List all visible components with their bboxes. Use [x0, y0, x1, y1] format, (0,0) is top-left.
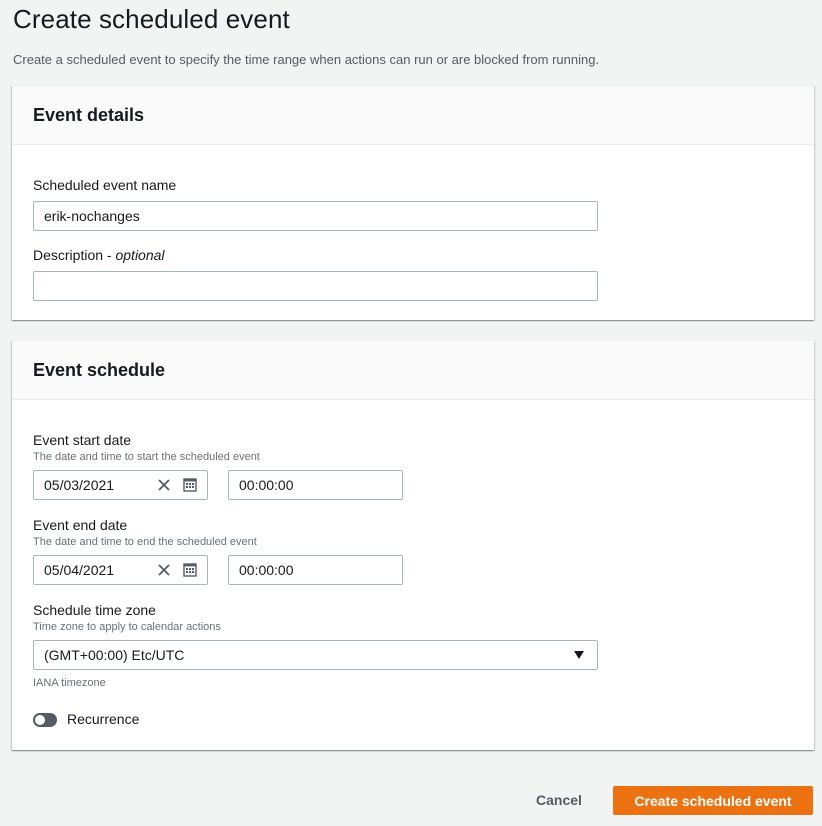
event-end-time-input[interactable]: 00:00:00: [228, 555, 403, 585]
event-end-date-value: 05/04/2021: [44, 562, 115, 578]
event-end-time-value: 00:00:00: [239, 562, 294, 578]
scheduled-event-name-input[interactable]: erik-nochanges: [33, 201, 598, 231]
clear-end-date-icon[interactable]: [153, 559, 175, 581]
end-calendar-icon[interactable]: [179, 559, 201, 581]
event-start-date-label: Event start date: [33, 432, 132, 448]
schedule-time-zone-select[interactable]: (GMT+00:00) Etc/UTC: [33, 640, 598, 670]
recurrence-label: Recurrence: [67, 711, 140, 727]
event-schedule-panel: Event schedule Event start date The date…: [12, 340, 814, 750]
event-schedule-title: Event schedule: [33, 359, 166, 380]
scheduled-event-name-value: erik-nochanges: [44, 208, 140, 224]
recurrence-toggle[interactable]: [33, 713, 57, 727]
scheduled-event-name-label: Scheduled event name: [33, 177, 177, 193]
event-end-date-hint: The date and time to end the scheduled e…: [33, 536, 257, 548]
cancel-button[interactable]: Cancel: [524, 786, 594, 814]
description-optional-text: optional: [115, 247, 165, 263]
schedule-time-zone-label: Schedule time zone: [33, 602, 156, 618]
event-start-time-input[interactable]: 00:00:00: [228, 470, 403, 500]
event-details-panel: Event details Scheduled event name erik-…: [12, 85, 814, 320]
caret-down-icon: [573, 647, 585, 663]
schedule-time-zone-hint: Time zone to apply to calendar actions: [33, 621, 221, 633]
iana-timezone-note: IANA timezone: [33, 677, 106, 689]
event-details-header: Event details: [12, 86, 814, 145]
event-schedule-header: Event schedule: [12, 341, 814, 400]
description-input[interactable]: [33, 271, 598, 301]
event-details-title: Event details: [33, 104, 145, 125]
event-end-date-label: Event end date: [33, 517, 128, 533]
event-start-time-value: 00:00:00: [239, 477, 294, 493]
page-title: Create scheduled event: [13, 4, 290, 34]
event-end-date-input[interactable]: 05/04/2021: [33, 555, 208, 585]
event-start-date-value: 05/03/2021: [44, 477, 115, 493]
schedule-time-zone-value: (GMT+00:00) Etc/UTC: [44, 647, 185, 663]
event-start-date-hint: The date and time to start the scheduled…: [33, 451, 260, 463]
create-scheduled-event-button[interactable]: Create scheduled event: [613, 786, 813, 815]
start-calendar-icon[interactable]: [179, 474, 201, 496]
clear-start-date-icon[interactable]: [153, 474, 175, 496]
page-description: Create a scheduled event to specify the …: [13, 52, 600, 67]
description-label-text: Description: [33, 247, 104, 263]
description-label: Description - optional: [33, 247, 165, 263]
event-start-date-input[interactable]: 05/03/2021: [33, 470, 208, 500]
